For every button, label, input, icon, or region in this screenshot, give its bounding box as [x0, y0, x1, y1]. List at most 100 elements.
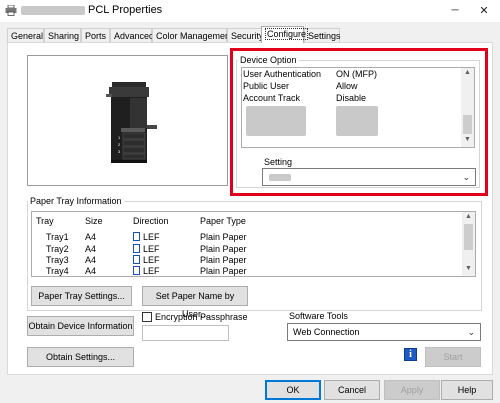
paper-tray-scrollbar[interactable]: ▲ ▼ [462, 212, 475, 276]
paper-tray-legend-text: Paper Tray Information [30, 196, 122, 206]
list-item[interactable]: Account Track Disable [242, 93, 462, 104]
table-row[interactable]: Tray2 A4 LEF Plain Paper [32, 244, 462, 255]
setting-value-redacted [269, 174, 291, 181]
setting-dropdown[interactable]: ⌄ [262, 168, 476, 186]
minimize-button[interactable]: ─ [441, 0, 469, 22]
cell-direction: LEF [133, 244, 160, 255]
printer-preview: 1 2 3 [27, 55, 228, 186]
tab-general[interactable]: General [7, 28, 44, 42]
obtain-device-information-button[interactable]: Obtain Device Information [27, 316, 134, 336]
paper-orientation-icon [133, 255, 140, 264]
redacted-option-names [246, 106, 306, 136]
button-label: Obtain Device Information [28, 321, 133, 331]
ok-button[interactable]: OK [265, 380, 321, 400]
scroll-up-arrow-icon[interactable]: ▲ [462, 213, 475, 220]
chevron-down-icon: ⌄ [467, 327, 475, 337]
info-icon-glyph: i [409, 349, 412, 360]
software-tools-dropdown[interactable]: Web Connection ⌄ [287, 323, 481, 341]
cell-size: A4 [85, 266, 97, 276]
tab-label: Color Management [156, 31, 233, 41]
paper-tray-legend: Paper Tray Information [28, 196, 124, 206]
scrollbar-thumb[interactable] [463, 115, 472, 134]
column-header-direction: Direction [133, 216, 169, 226]
window-title: PCL Properties [88, 4, 163, 16]
device-option-scrollbar[interactable]: ▲ ▼ [461, 68, 474, 147]
scroll-up-arrow-icon[interactable]: ▲ [461, 69, 474, 76]
apply-button[interactable]: Apply [384, 380, 440, 400]
cancel-button[interactable]: Cancel [324, 380, 380, 400]
paper-orientation-icon [133, 266, 140, 275]
cell-direction-text: LEF [143, 232, 160, 242]
scroll-down-arrow-icon[interactable]: ▼ [462, 265, 475, 272]
button-label: Help [457, 385, 477, 395]
printer-icon [5, 5, 17, 16]
close-button[interactable]: ✕ [470, 0, 498, 22]
tab-configure[interactable]: Configure [261, 26, 309, 43]
chevron-down-icon: ⌄ [462, 172, 470, 182]
cell-paper-type: Plain Paper [200, 255, 247, 265]
button-label: Cancel [337, 385, 366, 395]
button-label: Apply [400, 385, 424, 395]
obtain-settings-button[interactable]: Obtain Settings... [27, 347, 134, 367]
button-label: Obtain Settings... [45, 352, 116, 362]
column-header-tray: Tray [36, 216, 54, 226]
cell-paper-type: Plain Paper [200, 232, 247, 242]
mfp-printer-illustration: 1 2 3 [106, 82, 157, 163]
device-option-legend-text: Device Option [240, 55, 297, 65]
scrollbar-thumb[interactable] [464, 224, 473, 250]
table-row[interactable]: Tray1 A4 LEF Plain Paper [32, 232, 462, 243]
cell-direction-text: LEF [143, 266, 160, 276]
button-label: Start [443, 352, 463, 362]
printer-name-redacted [21, 6, 85, 15]
table-row[interactable]: Tray4 A4 LEF Plain Paper [32, 266, 462, 277]
option-name: User Authentication [243, 69, 322, 79]
option-value: ON (MFP) [336, 69, 377, 79]
paper-tray-settings-button[interactable]: Paper Tray Settings... [31, 286, 132, 306]
tab-settings[interactable]: Settings [304, 28, 341, 42]
tab-security[interactable]: Security [227, 28, 264, 42]
tab-ports[interactable]: Ports [81, 28, 110, 42]
cell-direction-text: LEF [143, 244, 160, 254]
encryption-passphrase-field[interactable] [142, 325, 229, 341]
tab-label: Ports [85, 31, 107, 41]
cell-paper-type: Plain Paper [200, 244, 247, 254]
cell-direction-text: LEF [143, 255, 160, 265]
button-label: Paper Tray Settings... [38, 291, 125, 301]
cell-tray: Tray2 [46, 244, 69, 254]
set-paper-name-button[interactable]: Set Paper Name by User... [142, 286, 248, 319]
tab-label: Settings [308, 31, 341, 41]
table-row[interactable]: Tray3 A4 LEF Plain Paper [32, 255, 462, 266]
tab-color-management[interactable]: Color Management [152, 28, 233, 42]
cell-direction: LEF [133, 255, 160, 266]
button-label: OK [286, 385, 300, 395]
cell-size: A4 [85, 232, 97, 242]
setting-label: Setting [264, 157, 293, 167]
help-button[interactable]: Help [441, 380, 493, 400]
cell-size: A4 [85, 255, 97, 265]
tab-label: Security [231, 31, 264, 41]
cell-size: A4 [85, 244, 97, 254]
encryption-checkbox[interactable] [142, 312, 152, 322]
list-item[interactable]: User Authentication ON (MFP) [242, 69, 462, 80]
info-icon[interactable]: i [404, 348, 417, 361]
cell-direction: LEF [133, 232, 160, 243]
cell-direction: LEF [133, 266, 160, 277]
option-name: Account Track [243, 93, 301, 103]
software-tools-value: Web Connection [293, 327, 360, 337]
cell-tray: Tray1 [46, 232, 69, 242]
paper-tray-table[interactable]: Tray Size Direction Paper Type Tray1 A4 … [31, 211, 476, 277]
tab-label: Sharing [48, 31, 80, 41]
redacted-option-values [336, 106, 378, 136]
cell-tray: Tray4 [46, 266, 69, 276]
tab-label: General [11, 31, 44, 41]
list-item[interactable]: Public User Allow [242, 81, 462, 92]
paper-orientation-icon [133, 244, 140, 253]
tab-sharing[interactable]: Sharing [44, 28, 81, 42]
tab-advanced[interactable]: Advanced [110, 28, 154, 42]
tab-label: Configure [265, 28, 309, 40]
scroll-down-arrow-icon[interactable]: ▼ [461, 136, 474, 143]
device-option-list[interactable]: User Authentication ON (MFP) Public User… [241, 67, 475, 148]
option-name: Public User [243, 81, 290, 91]
start-button[interactable]: Start [425, 347, 481, 367]
column-header-size: Size [85, 216, 103, 226]
